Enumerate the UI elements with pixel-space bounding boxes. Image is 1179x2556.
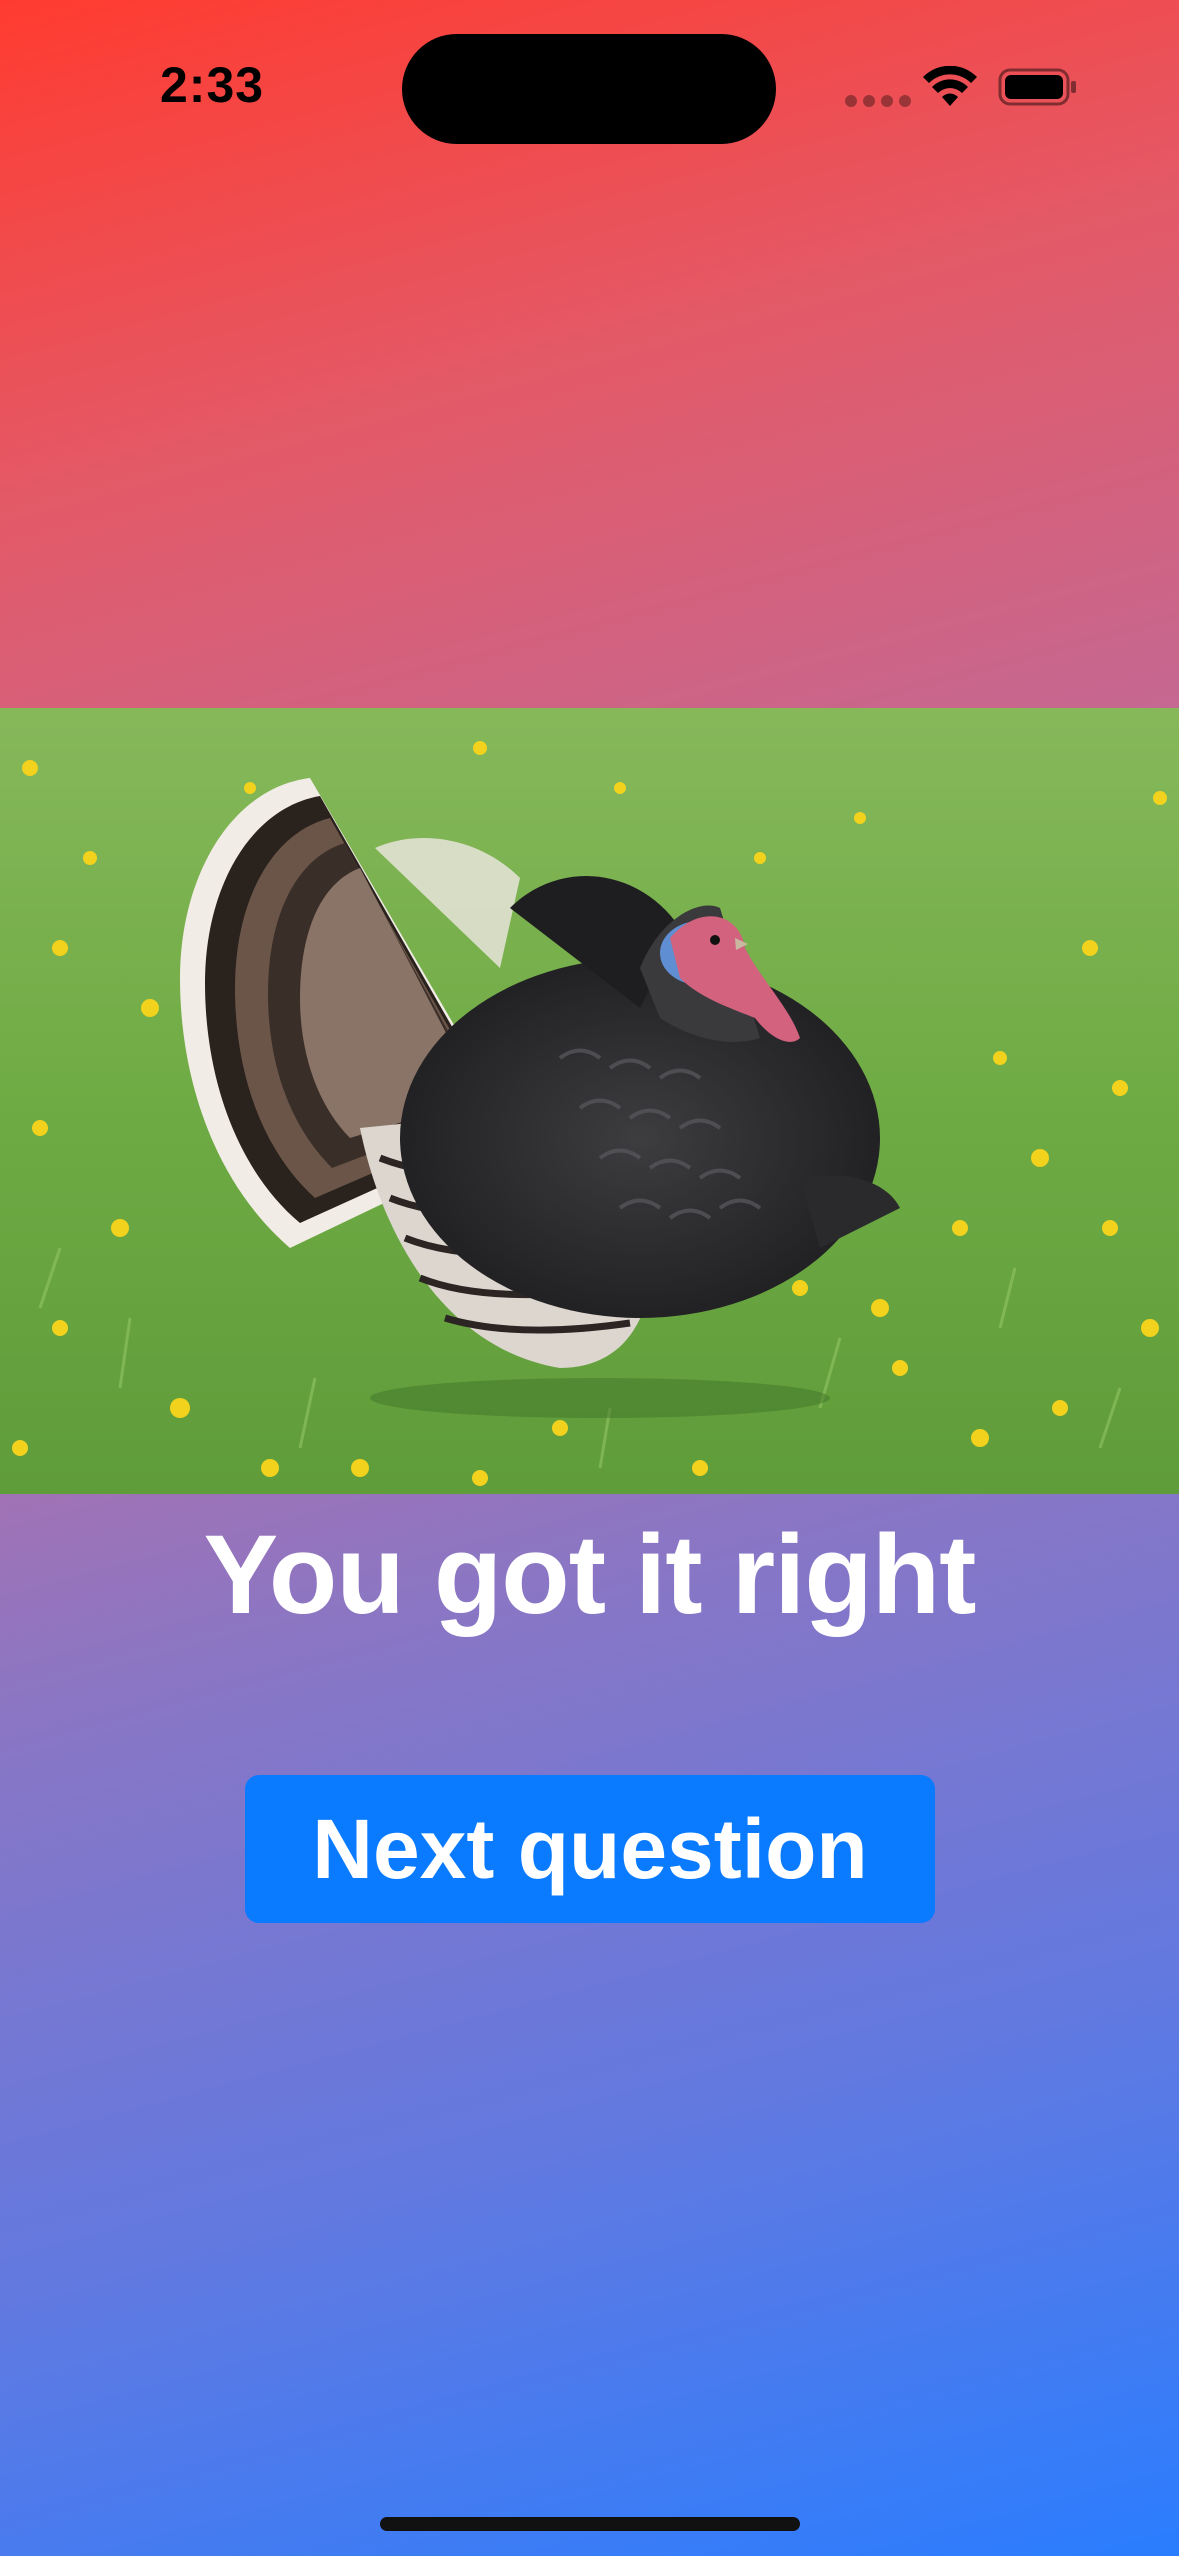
signal-icon — [845, 95, 911, 107]
status-time: 2:33 — [160, 57, 265, 113]
result-title: You got it right — [203, 1512, 977, 1637]
home-indicator[interactable] — [380, 2517, 800, 2531]
turkey-photo — [0, 708, 1179, 1494]
dynamic-island — [402, 34, 776, 144]
next-question-button[interactable]: Next question — [245, 1775, 935, 1923]
battery-icon — [998, 68, 1076, 106]
app-screen: 2:33 You got it right Next question — [0, 0, 1179, 2556]
wifi-icon — [923, 66, 977, 106]
